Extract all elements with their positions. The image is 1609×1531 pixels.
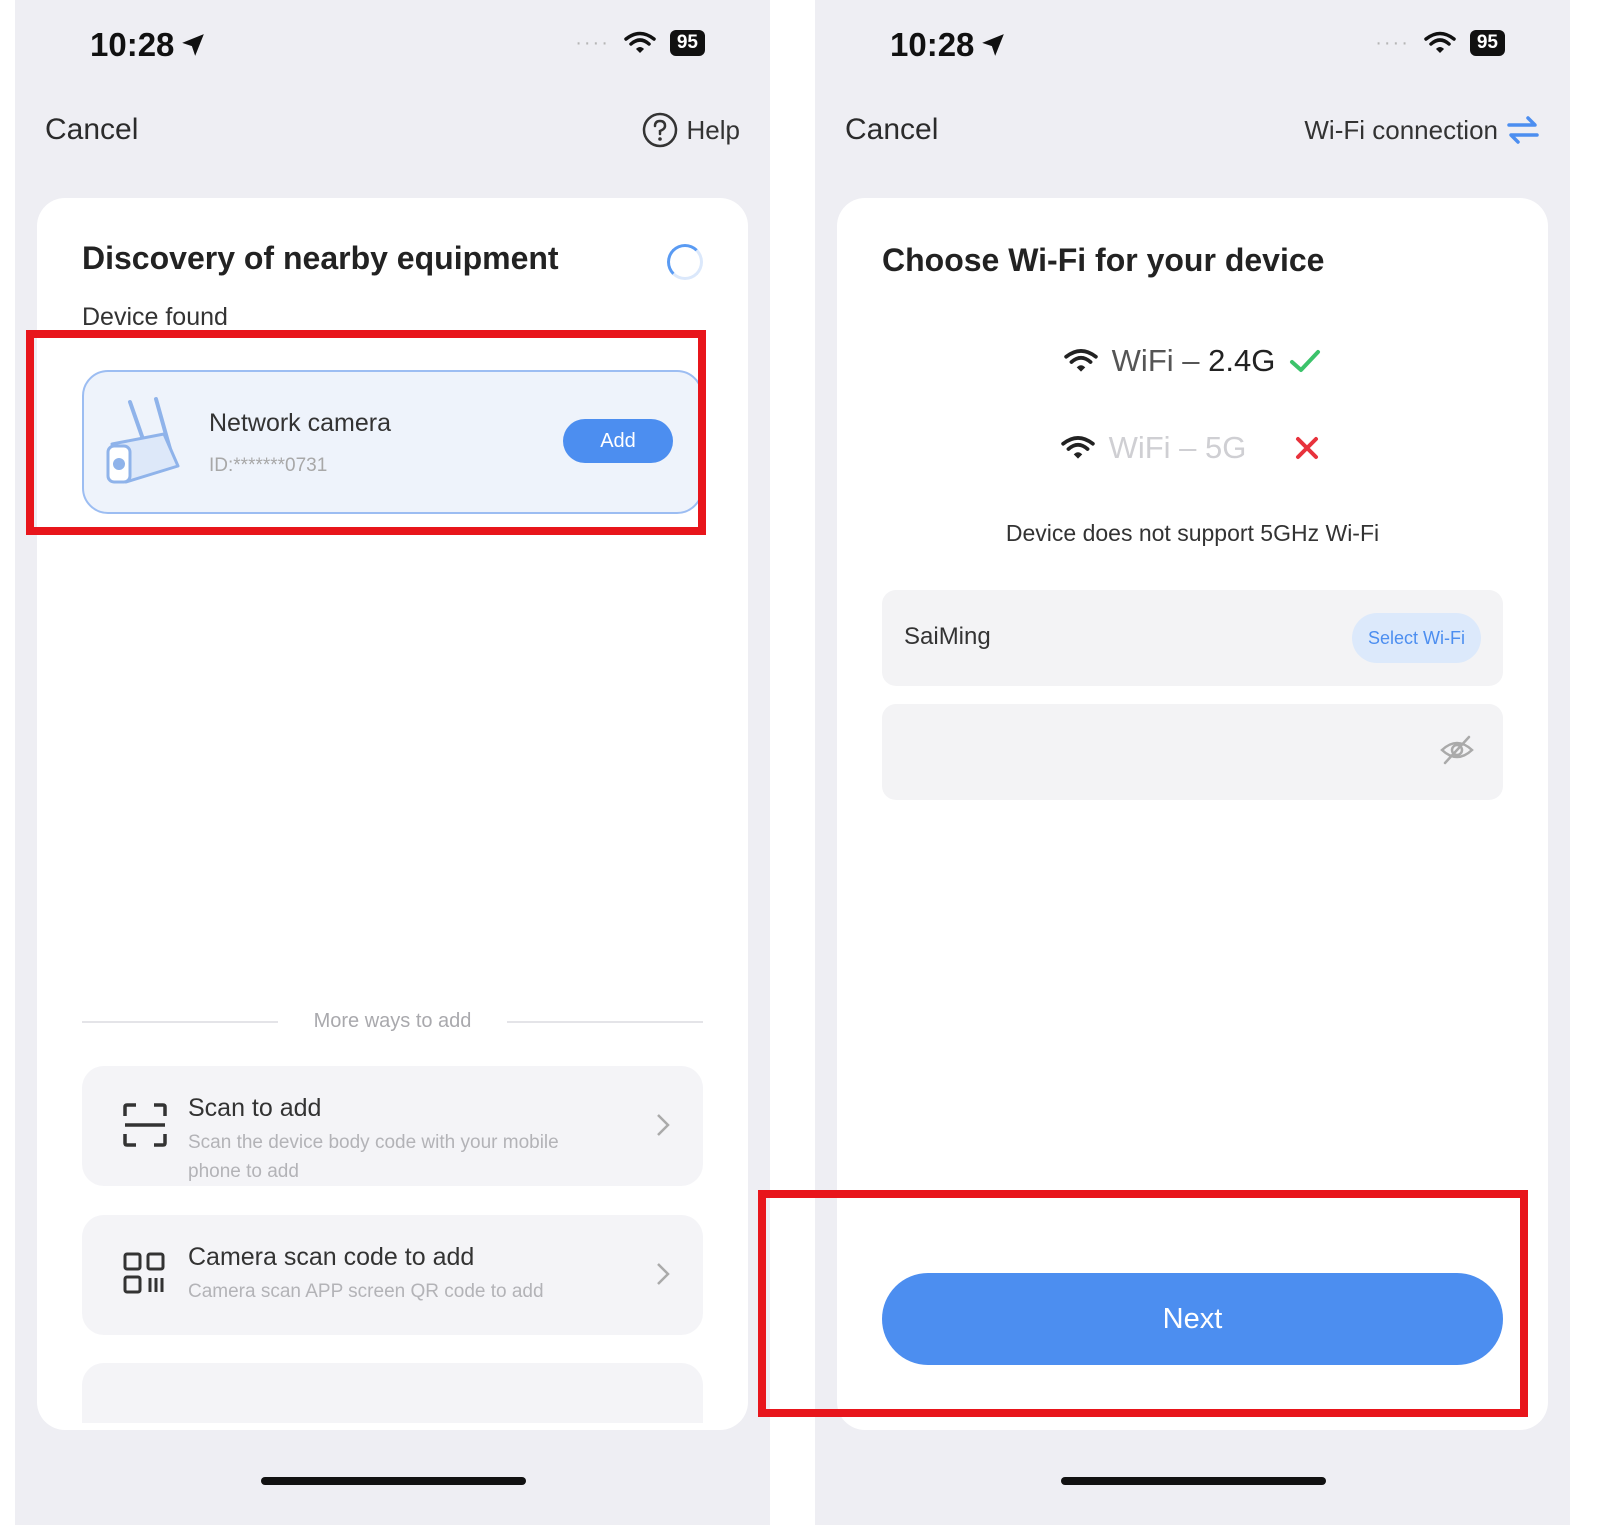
device-id: ID:*******0731 [209, 455, 328, 476]
status-time: 10:28 [890, 26, 1006, 64]
page-title: Choose Wi-Fi for your device [882, 242, 1325, 278]
divider-line-left [82, 1020, 278, 1023]
eye-off-icon[interactable] [1439, 734, 1475, 766]
battery-indicator: 95 [1469, 30, 1505, 56]
nav-bar: Cancel Help [45, 108, 740, 152]
band-prefix: WiFi – [1111, 343, 1209, 378]
ssid-field[interactable]: SaiMing Select Wi-Fi [882, 590, 1503, 686]
help-icon [642, 112, 677, 148]
scan-frame-icon [123, 1103, 167, 1147]
home-indicator [1060, 1477, 1326, 1485]
more-ways-divider: More ways to add [82, 1010, 704, 1033]
band-value: 2.4G [1208, 343, 1276, 378]
cellular-signal-icon: ···· [575, 31, 610, 54]
status-time-text: 10:28 [890, 26, 975, 63]
status-indicators: ···· 95 [575, 30, 705, 56]
wifi-status-icon [1424, 31, 1456, 53]
help-button[interactable]: Help [641, 111, 740, 149]
status-time-text: 10:28 [90, 26, 175, 63]
band-label-5g: WiFi – 5G [1109, 430, 1247, 466]
location-arrow-icon [182, 34, 205, 56]
cancel-button[interactable]: Cancel [845, 113, 938, 147]
device-card[interactable]: Network camera ID:*******0731 Add [82, 370, 703, 514]
discovery-card: Discovery of nearby equipment Device fou… [37, 198, 748, 1430]
option-title: Scan to add [188, 1094, 322, 1122]
divider-line-right [507, 1020, 704, 1023]
band-row-2g: WiFi – 2.4G [837, 343, 1548, 379]
password-input[interactable] [904, 734, 1348, 772]
cross-icon [1296, 437, 1319, 459]
help-label: Help [686, 114, 740, 145]
camera-device-icon [106, 397, 180, 484]
band-label-2g: WiFi – 2.4G [1112, 343, 1276, 379]
band-prefix: WiFi – [1108, 430, 1206, 465]
add-device-button[interactable]: Add [563, 419, 673, 463]
band-value: 5G [1205, 430, 1247, 465]
status-time: 10:28 [90, 26, 206, 64]
wifi-connection-label: Wi-Fi connection [1304, 114, 1498, 145]
device-found-label: Device found [82, 303, 228, 331]
cellular-signal-icon: ···· [1375, 31, 1410, 54]
home-indicator [260, 1477, 526, 1485]
camera-scan-option[interactable]: Camera scan code to add Camera scan APP … [82, 1215, 703, 1335]
wifi-icon [1063, 349, 1098, 372]
next-button[interactable]: Next [882, 1273, 1503, 1365]
qr-code-icon [123, 1252, 165, 1294]
option-description: Scan the device body code with your mobi… [188, 1132, 559, 1182]
select-wifi-button[interactable]: Select Wi-Fi [1351, 613, 1481, 663]
option-title: Camera scan code to add [188, 1243, 475, 1271]
location-arrow-icon [982, 34, 1005, 56]
check-icon [1290, 350, 1321, 372]
wifi-connection-toggle[interactable]: Wi-Fi connection [1304, 115, 1540, 146]
scan-to-add-option[interactable]: Scan to add Scan the device body code wi… [82, 1066, 703, 1186]
device-discovery-screen: 10:28 ···· 95 Cancel Help Discovery of n… [15, 0, 770, 1525]
battery-indicator: 95 [669, 30, 705, 56]
status-indicators: ···· 95 [1375, 30, 1505, 56]
loading-spinner-icon [667, 244, 703, 280]
support-note: Device does not support 5GHz Wi-Fi [1005, 520, 1380, 546]
ssid-value: SaiMing [904, 623, 991, 650]
nav-bar: Cancel Wi-Fi connection [845, 108, 1540, 152]
page-title: Discovery of nearby equipment [82, 240, 559, 276]
cancel-button[interactable]: Cancel [45, 113, 138, 147]
band-row-5g: WiFi – 5G [837, 430, 1548, 466]
wifi-setup-screen: 10:28 ···· 95 Cancel Wi-Fi connection Ch… [815, 0, 1570, 1525]
option-description: Camera scan APP screen QR code to add [188, 1281, 544, 1302]
more-option-card-peek [82, 1363, 703, 1423]
chevron-right-icon [657, 1263, 670, 1285]
password-field[interactable] [882, 704, 1503, 800]
wifi-card: Choose Wi-Fi for your device WiFi – 2.4G… [837, 198, 1548, 1430]
wifi-status-icon [624, 31, 656, 53]
wifi-icon [1060, 436, 1095, 459]
swap-arrows-icon [1507, 116, 1539, 144]
device-name: Network camera [209, 409, 391, 437]
chevron-right-icon [657, 1114, 670, 1136]
more-ways-label: More ways to add [313, 1010, 472, 1032]
